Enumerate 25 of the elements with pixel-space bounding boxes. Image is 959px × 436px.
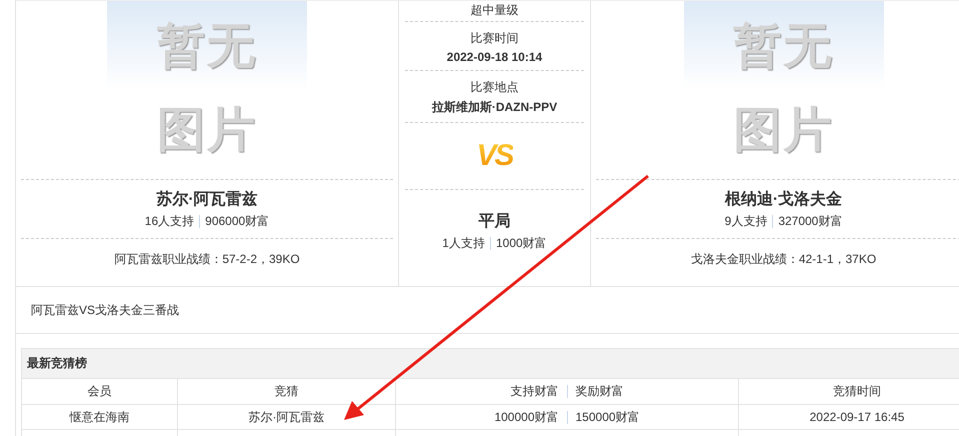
column-header: 会员 — [22, 378, 178, 404]
venue-label: 比赛地点 — [470, 79, 518, 96]
table-cell: 惬意在海南 — [22, 404, 178, 430]
weight-class: 超中量级 — [470, 2, 518, 19]
wealth-amount: 906000财富 — [205, 213, 270, 230]
match-time: 2022-09-18 10:14 — [446, 50, 542, 64]
column-header: 竞猜 — [178, 378, 396, 404]
draw-option: 平局 — [405, 211, 584, 232]
match-description: 阿瓦雷兹VS戈洛夫金三番战 — [31, 303, 180, 317]
fighter-name: 根纳迪·戈洛夫金 — [724, 190, 842, 210]
column-header: 支持财富 — [510, 383, 558, 400]
match-time-label: 比赛时间 — [470, 30, 518, 47]
supporter-count: 16人支持 — [144, 213, 194, 230]
supporter-count: 9人支持 — [724, 213, 768, 230]
career-record: 戈洛夫金职业战绩：42-1-1，37KO — [690, 251, 876, 268]
table-cell: 100000财富 — [494, 408, 558, 426]
wealth-amount: 327000财富 — [778, 213, 842, 230]
fighter-name: 苏尔·阿瓦雷兹 — [156, 190, 258, 210]
leaderboard-title: 最新竞猜榜 — [22, 348, 959, 378]
column-header: 奖励财富 — [576, 383, 624, 400]
wealth-amount: 1000财富 — [496, 235, 547, 252]
supporter-count: 1人支持 — [442, 235, 485, 252]
career-record: 阿瓦雷兹职业战绩：57-2-2，39KO — [114, 251, 300, 268]
venue: 拉斯维加斯·DAZN-PPV — [432, 99, 558, 116]
table-cell: 150000财富 — [576, 408, 640, 426]
